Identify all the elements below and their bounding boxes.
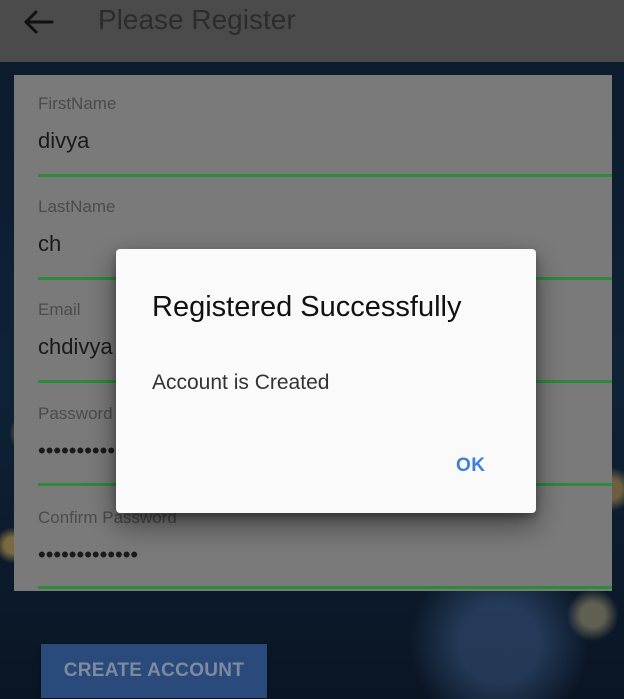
page-title: Please Register — [98, 4, 296, 35]
first-name-input[interactable]: divya — [38, 128, 612, 154]
ok-button[interactable]: OK — [456, 455, 486, 477]
confirm-password-input[interactable]: ••••••••••••• — [38, 542, 612, 568]
dialog-message: Account is Created — [152, 371, 330, 394]
last-name-label: LastName — [38, 197, 116, 216]
app-toolbar: Please Register — [0, 0, 624, 62]
create-account-button[interactable]: CREATE ACCOUNT — [41, 644, 267, 698]
first-name-underline — [38, 174, 612, 177]
first-name-field[interactable]: FirstName divya — [38, 94, 612, 178]
dialog-title: Registered Successfully — [152, 291, 462, 323]
first-name-label: FirstName — [38, 94, 117, 113]
back-arrow-icon[interactable] — [22, 8, 56, 36]
confirm-password-underline — [38, 586, 612, 589]
success-dialog: Registered Successfully Account is Creat… — [116, 249, 536, 513]
confirm-password-field[interactable]: Confirm Password ••••••••••••• — [38, 508, 612, 592]
